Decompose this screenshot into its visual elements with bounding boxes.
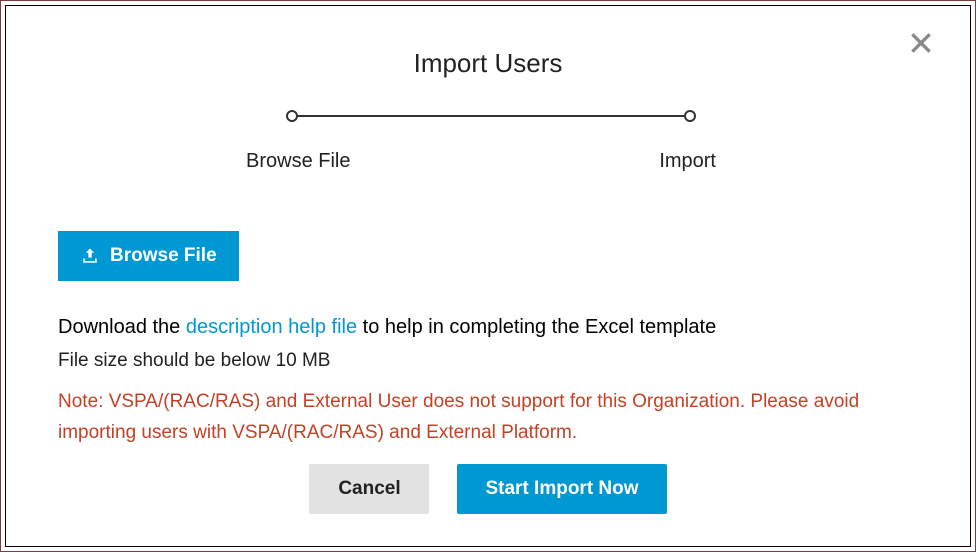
warning-note: Note: VSPA/(RAC/RAS) and External User d… <box>58 386 918 449</box>
stepper-track <box>293 115 689 117</box>
help-text: Download the description help file to he… <box>58 316 716 339</box>
browse-file-label: Browse File <box>110 245 217 267</box>
stepper-label-browse: Browse File <box>246 150 350 173</box>
stepper-label-import: Import <box>659 150 716 173</box>
stepper: Browse File Import <box>286 106 696 180</box>
stepper-dot-2 <box>684 110 696 122</box>
file-size-hint: File size should be below 10 MB <box>58 350 330 372</box>
stepper-dot-1 <box>286 110 298 122</box>
help-suffix: to help in completing the Excel template <box>363 316 717 338</box>
browse-file-button[interactable]: Browse File <box>58 231 239 281</box>
description-help-link[interactable]: description help file <box>186 316 357 338</box>
cancel-button[interactable]: Cancel <box>309 464 429 514</box>
dialog-footer: Cancel Start Import Now <box>6 464 970 514</box>
dialog-title: Import Users <box>6 48 970 79</box>
help-prefix: Download the <box>58 316 186 338</box>
upload-icon <box>80 246 100 266</box>
start-import-button[interactable]: Start Import Now <box>457 464 666 514</box>
